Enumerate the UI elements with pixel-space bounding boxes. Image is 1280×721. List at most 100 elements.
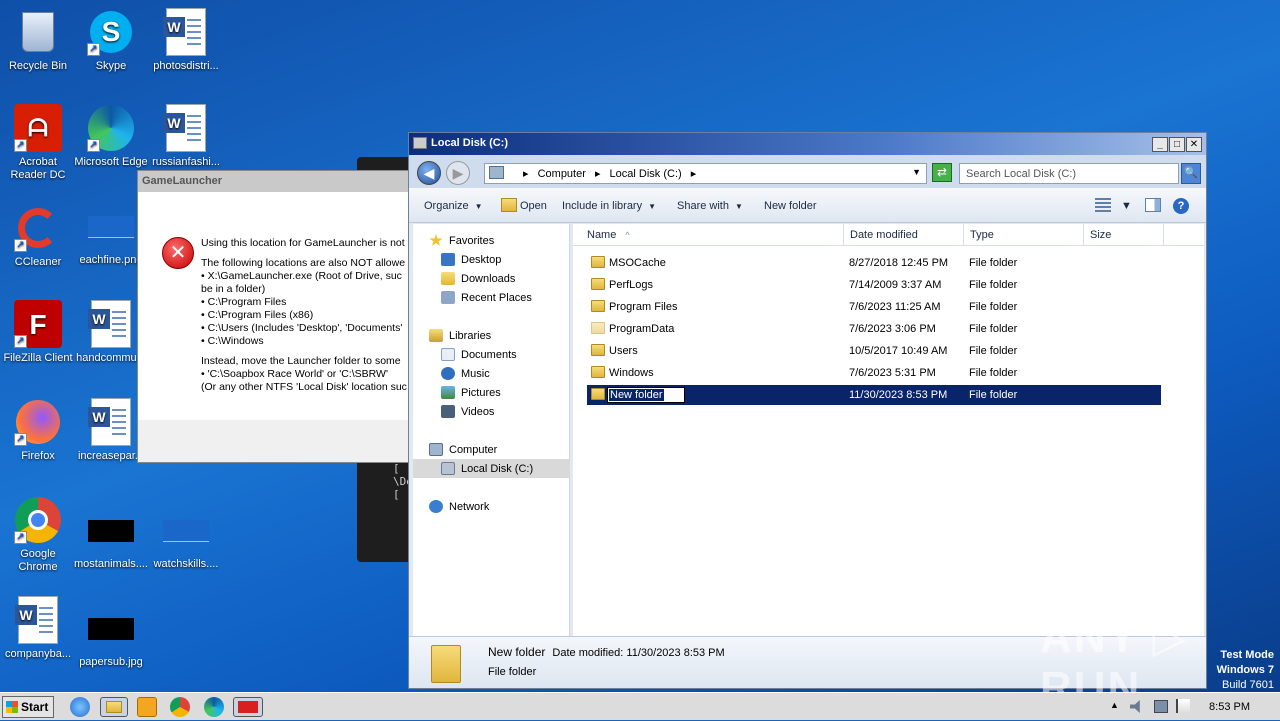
- desktop-icon-photosdistri[interactable]: W photosdistri...: [148, 8, 224, 73]
- new-folder-button[interactable]: New folder: [764, 200, 817, 212]
- rename-input[interactable]: New folder: [607, 387, 685, 403]
- breadcrumb-local-disk[interactable]: Local Disk (C:): [610, 168, 682, 180]
- view-options-icon[interactable]: [1095, 198, 1111, 212]
- taskbar-explorer-icon[interactable]: [100, 697, 128, 717]
- row-name: MSOCache: [609, 257, 666, 269]
- flag-icon[interactable]: [1176, 699, 1190, 713]
- network-tray-icon[interactable]: [1154, 700, 1168, 713]
- nav-recent-places[interactable]: Recent Places: [413, 288, 570, 307]
- sort-ascending-icon: ^: [625, 230, 630, 240]
- breadcrumb-arrow[interactable]: ▸: [595, 168, 601, 180]
- gamelauncher-dialog[interactable]: GameLauncher ✕ Using this location for G…: [137, 170, 417, 463]
- nav-local-disk[interactable]: Local Disk (C:): [413, 459, 570, 478]
- nav-favorites[interactable]: Favorites: [413, 231, 570, 250]
- organize-button[interactable]: Organize ▼: [424, 200, 483, 212]
- filezilla-icon: F ↗: [14, 300, 62, 348]
- desktop-icon-watchskills[interactable]: watchskills....: [148, 508, 224, 571]
- nav-downloads[interactable]: Downloads: [413, 269, 570, 288]
- desktop-icon-recycle-bin[interactable]: Recycle Bin: [0, 8, 76, 73]
- details-type: File folder: [488, 666, 537, 678]
- message-line: The following locations are also NOT all…: [201, 257, 406, 269]
- refresh-button[interactable]: ⇄: [932, 163, 952, 182]
- preview-pane-icon[interactable]: [1145, 198, 1161, 212]
- table-row[interactable]: Program Files 7/6/2023 11:25 AM File fol…: [587, 297, 1161, 317]
- details-line: New folder Date modified: 11/30/2023 8:5…: [488, 645, 725, 659]
- column-label: Name: [587, 229, 617, 241]
- desktop-icon-ccleaner[interactable]: ↗ CCleaner: [0, 204, 76, 269]
- search-icon[interactable]: 🔍: [1181, 163, 1201, 184]
- maximize-button[interactable]: □: [1169, 137, 1185, 152]
- desktop-icon-companyba[interactable]: W companyba...: [0, 596, 76, 661]
- table-row-selected[interactable]: New folder 11/30/2023 8:53 PM File folde…: [587, 385, 1161, 405]
- desktop-icon-papersub[interactable]: papersub.jpg: [73, 606, 149, 669]
- row-name: Windows: [609, 367, 654, 379]
- share-with-button[interactable]: Share with ▼: [677, 200, 743, 212]
- address-dropdown-icon[interactable]: ▼: [912, 167, 921, 177]
- nav-libraries[interactable]: Libraries: [413, 326, 570, 345]
- nav-music[interactable]: Music: [413, 364, 570, 383]
- taskbar-ie-icon[interactable]: [70, 697, 90, 717]
- column-size[interactable]: Size: [1084, 224, 1164, 246]
- open-button[interactable]: Open: [520, 200, 547, 212]
- desktop-icon-label: Acrobat Reader DC: [10, 156, 66, 181]
- forward-button[interactable]: ▶: [446, 161, 470, 185]
- desktop-icon-filezilla[interactable]: F ↗ FileZilla Client: [0, 300, 76, 365]
- desktop-icon-skype[interactable]: S ↗ Skype: [73, 8, 149, 73]
- volume-icon[interactable]: [1130, 700, 1140, 713]
- dropdown-arrow-icon: ▼: [734, 202, 743, 211]
- star-icon: [429, 234, 443, 246]
- taskbar: Start ▲ 8:53 PM: [0, 692, 1280, 720]
- row-type: File folder: [969, 323, 1018, 335]
- view-dropdown-icon[interactable]: ▼: [1121, 200, 1132, 212]
- desktop-icon-chrome[interactable]: ↗ Google Chrome: [0, 496, 76, 574]
- search-input[interactable]: Search Local Disk (C:): [959, 163, 1179, 184]
- clock[interactable]: 8:53 PM: [1209, 701, 1250, 713]
- desktop-icon-mostanimals[interactable]: mostanimals....: [73, 508, 149, 571]
- nav-label: Favorites: [449, 235, 495, 247]
- command-bar: Organize ▼ Open Include in library ▼ Share…: [409, 188, 1206, 223]
- taskbar-chrome-icon[interactable]: [170, 697, 190, 717]
- column-date-modified[interactable]: Date modified: [844, 224, 964, 246]
- column-name[interactable]: Name ^: [573, 224, 844, 246]
- start-button[interactable]: Start: [2, 696, 54, 718]
- row-type: File folder: [969, 257, 1018, 269]
- taskbar-gamelauncher-icon[interactable]: [233, 697, 263, 717]
- back-button[interactable]: ◀: [417, 161, 441, 185]
- nav-computer[interactable]: Computer: [413, 440, 570, 459]
- desktop-icon-acrobat[interactable]: ᗩ ↗ Acrobat Reader DC: [0, 104, 76, 182]
- desktop: Recycle Bin ᗩ ↗ Acrobat Reader DC ↗ CCle…: [0, 0, 1280, 692]
- desktop-icon-edge[interactable]: ↗ Microsoft Edge: [73, 104, 149, 169]
- explorer-window[interactable]: Local Disk (C:) _ □ ✕ ◀ ▶ ▸ Computer ▸ L…: [408, 132, 1207, 689]
- table-row[interactable]: Users 10/5/2017 10:49 AM File folder: [587, 341, 1161, 361]
- music-icon: [441, 367, 455, 380]
- nav-pictures[interactable]: Pictures: [413, 383, 570, 402]
- desktop-icon-label: Microsoft Edge: [74, 156, 148, 168]
- include-in-library-button[interactable]: Include in library ▼: [562, 200, 656, 212]
- taskbar-edge-icon[interactable]: [204, 697, 224, 717]
- breadcrumb-computer[interactable]: Computer: [538, 168, 586, 180]
- help-icon[interactable]: ?: [1173, 198, 1189, 214]
- navigation-pane: Favorites Desktop Downloads Recent Place…: [413, 224, 570, 636]
- table-row[interactable]: Windows 7/6/2023 5:31 PM File folder: [587, 363, 1161, 383]
- desktop-icon-label: photosdistri...: [153, 60, 219, 72]
- table-row[interactable]: ProgramData 7/6/2023 3:06 PM File folder: [587, 319, 1161, 339]
- column-type[interactable]: Type: [964, 224, 1084, 246]
- desktop-icon-firefox[interactable]: ↗ Firefox: [0, 398, 76, 463]
- row-name: Users: [609, 345, 638, 357]
- nav-network[interactable]: Network: [413, 497, 570, 516]
- taskbar-media-player-icon[interactable]: [137, 697, 157, 717]
- table-row[interactable]: MSOCache 8/27/2018 12:45 PM File folder: [587, 253, 1161, 273]
- address-bar[interactable]: ▸ Computer ▸ Local Disk (C:) ▸ ▼: [484, 163, 927, 184]
- nav-desktop[interactable]: Desktop: [413, 250, 570, 269]
- close-button[interactable]: ✕: [1186, 137, 1202, 152]
- nav-videos[interactable]: Videos: [413, 402, 570, 421]
- explorer-title-bar[interactable]: Local Disk (C:) _ □ ✕: [409, 133, 1206, 155]
- desktop-icon-label: watchskills....: [153, 558, 219, 570]
- breadcrumb-arrow[interactable]: ▸: [523, 168, 529, 180]
- nav-documents[interactable]: Documents: [413, 345, 570, 364]
- minimize-button[interactable]: _: [1152, 137, 1168, 152]
- breadcrumb-arrow[interactable]: ▸: [691, 168, 697, 180]
- desktop-icon-russianfashi[interactable]: W russianfashi...: [148, 104, 224, 169]
- table-row[interactable]: PerfLogs 7/14/2009 3:37 AM File folder: [587, 275, 1161, 295]
- tray-expand-icon[interactable]: ▲: [1110, 700, 1119, 710]
